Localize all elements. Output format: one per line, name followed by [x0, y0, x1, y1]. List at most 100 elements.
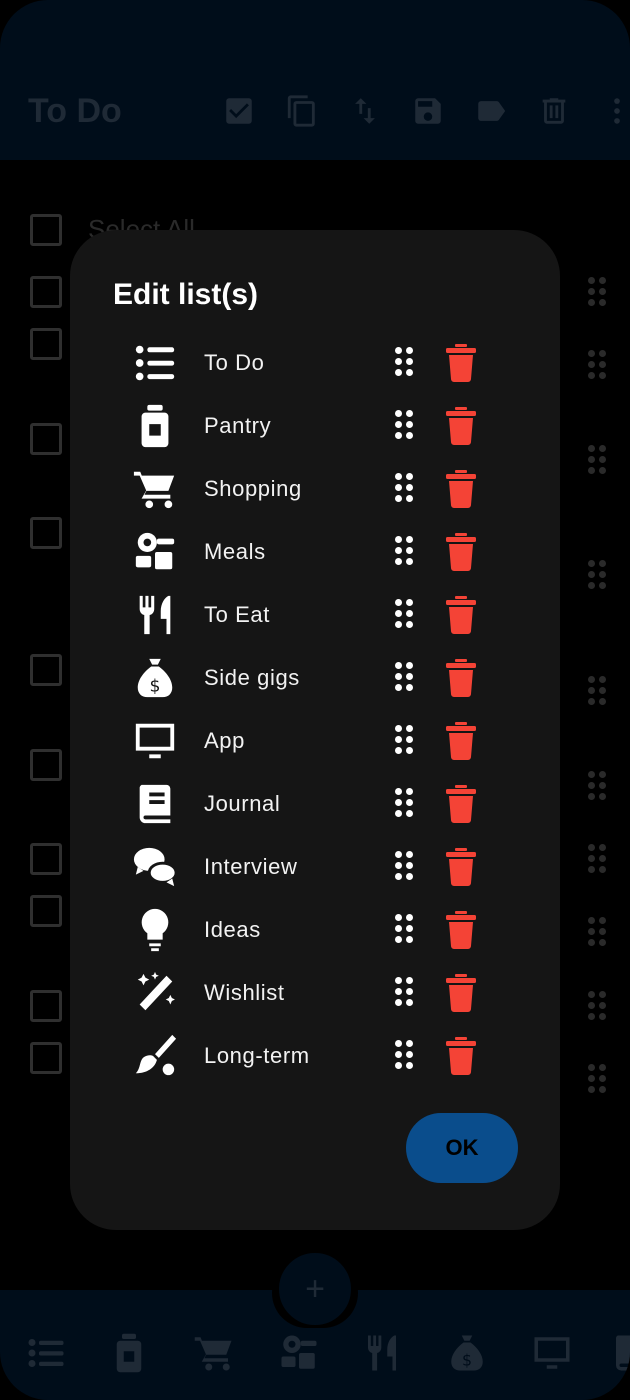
list-row: Pantry — [70, 401, 560, 464]
svg-text:$: $ — [462, 1350, 472, 1369]
drag-handle-icon[interactable] — [588, 676, 608, 706]
item-checkbox[interactable] — [30, 990, 62, 1022]
drag-handle-icon[interactable] — [588, 445, 608, 475]
drag-handle-icon[interactable] — [395, 662, 415, 692]
list-row: Journal — [70, 779, 560, 842]
delete-list-icon[interactable] — [446, 533, 476, 571]
money-bag-icon: $ — [130, 653, 180, 703]
item-checkbox[interactable] — [30, 749, 62, 781]
list-name: Long-term — [204, 1043, 310, 1068]
item-checkbox[interactable] — [30, 895, 62, 927]
ok-button[interactable]: OK — [406, 1113, 518, 1183]
jar-icon — [130, 401, 180, 451]
edit-lists-dialog: Edit list(s) To Do Pantry Shopping Meals… — [70, 230, 560, 1230]
page-title: To Do — [28, 92, 122, 130]
label-icon[interactable] — [472, 92, 510, 130]
more-vert-icon[interactable] — [598, 92, 630, 130]
drag-handle-icon[interactable] — [395, 347, 415, 377]
delete-list-icon[interactable] — [446, 848, 476, 886]
delete-list-icon[interactable] — [446, 974, 476, 1012]
check-box-icon[interactable] — [220, 92, 258, 130]
app-bar: To Do — [0, 0, 630, 160]
cart-icon — [130, 464, 180, 514]
item-checkbox[interactable] — [30, 1042, 62, 1074]
drag-handle-icon[interactable] — [395, 725, 415, 755]
drag-handle-icon[interactable] — [588, 560, 608, 590]
list-icon — [130, 338, 180, 388]
delete-list-icon[interactable] — [446, 911, 476, 949]
drag-handle-icon[interactable] — [395, 599, 415, 629]
select-all-checkbox[interactable] — [30, 214, 62, 246]
list-row: Wishlist — [70, 968, 560, 1031]
drag-handle-icon[interactable] — [588, 771, 608, 801]
money-bag-icon[interactable]: $ — [443, 1330, 491, 1376]
list-tabs: $ — [0, 1330, 630, 1380]
list-icon[interactable] — [22, 1330, 70, 1376]
delete-icon[interactable] — [535, 92, 573, 130]
magic-wand-icon — [130, 968, 180, 1018]
chat-bubbles-icon — [130, 842, 180, 892]
drag-handle-icon[interactable] — [395, 788, 415, 818]
item-checkbox[interactable] — [30, 654, 62, 686]
drag-handle-icon[interactable] — [395, 851, 415, 881]
add-button[interactable]: + — [276, 1250, 354, 1328]
list-name: App — [204, 728, 245, 753]
delete-list-icon[interactable] — [446, 785, 476, 823]
drag-handle-icon[interactable] — [588, 917, 608, 947]
list-row: Long-term — [70, 1031, 560, 1094]
delete-list-icon[interactable] — [446, 470, 476, 508]
drag-handle-icon[interactable] — [395, 1040, 415, 1070]
list-name: Side gigs — [204, 665, 300, 690]
drag-handle-icon[interactable] — [395, 410, 415, 440]
monitor-icon — [130, 716, 180, 766]
drag-handle-icon[interactable] — [395, 473, 415, 503]
list-name: Ideas — [204, 917, 261, 942]
list-row: To Eat — [70, 590, 560, 653]
delete-list-icon[interactable] — [446, 659, 476, 697]
list-name: To Do — [204, 350, 265, 375]
save-icon[interactable] — [409, 92, 447, 130]
delete-list-icon[interactable] — [446, 344, 476, 382]
item-checkbox[interactable] — [30, 276, 62, 308]
delete-list-icon[interactable] — [446, 407, 476, 445]
book-icon[interactable] — [606, 1330, 630, 1376]
lightbulb-icon — [130, 905, 180, 955]
drag-handle-icon[interactable] — [395, 536, 415, 566]
list-name: Wishlist — [204, 980, 285, 1005]
app-screen: To Do Select All + $ Edit list(s) To Do … — [0, 0, 630, 1400]
paint-brush-icon — [130, 1031, 180, 1081]
dialog-title: Edit list(s) — [113, 278, 259, 311]
list-row: Interview — [70, 842, 560, 905]
kitchen-icon[interactable] — [275, 1330, 323, 1376]
drag-handle-icon[interactable] — [588, 350, 608, 380]
cart-icon[interactable] — [190, 1330, 238, 1376]
drag-handle-icon[interactable] — [588, 1064, 608, 1094]
list-name: Journal — [204, 791, 281, 816]
jar-icon[interactable] — [105, 1330, 153, 1376]
list-name: Meals — [204, 539, 266, 564]
list-name: Interview — [204, 854, 298, 879]
drag-handle-icon[interactable] — [395, 914, 415, 944]
sort-icon[interactable] — [346, 92, 384, 130]
item-checkbox[interactable] — [30, 843, 62, 875]
delete-list-icon[interactable] — [446, 1037, 476, 1075]
delete-list-icon[interactable] — [446, 596, 476, 634]
list-name: Pantry — [204, 413, 272, 438]
item-checkbox[interactable] — [30, 423, 62, 455]
list-row: Ideas — [70, 905, 560, 968]
utensils-icon[interactable] — [358, 1330, 406, 1376]
list-row: $ Side gigs — [70, 653, 560, 716]
item-checkbox[interactable] — [30, 328, 62, 360]
drag-handle-icon[interactable] — [395, 977, 415, 1007]
list-name: Shopping — [204, 476, 302, 501]
drag-handle-icon[interactable] — [588, 844, 608, 874]
copy-icon[interactable] — [283, 92, 321, 130]
drag-handle-icon[interactable] — [588, 277, 608, 307]
delete-list-icon[interactable] — [446, 722, 476, 760]
list-row: To Do — [70, 338, 560, 401]
item-checkbox[interactable] — [30, 517, 62, 549]
drag-handle-icon[interactable] — [588, 991, 608, 1021]
utensils-icon — [130, 590, 180, 640]
monitor-icon[interactable] — [528, 1330, 576, 1376]
list-row: App — [70, 716, 560, 779]
